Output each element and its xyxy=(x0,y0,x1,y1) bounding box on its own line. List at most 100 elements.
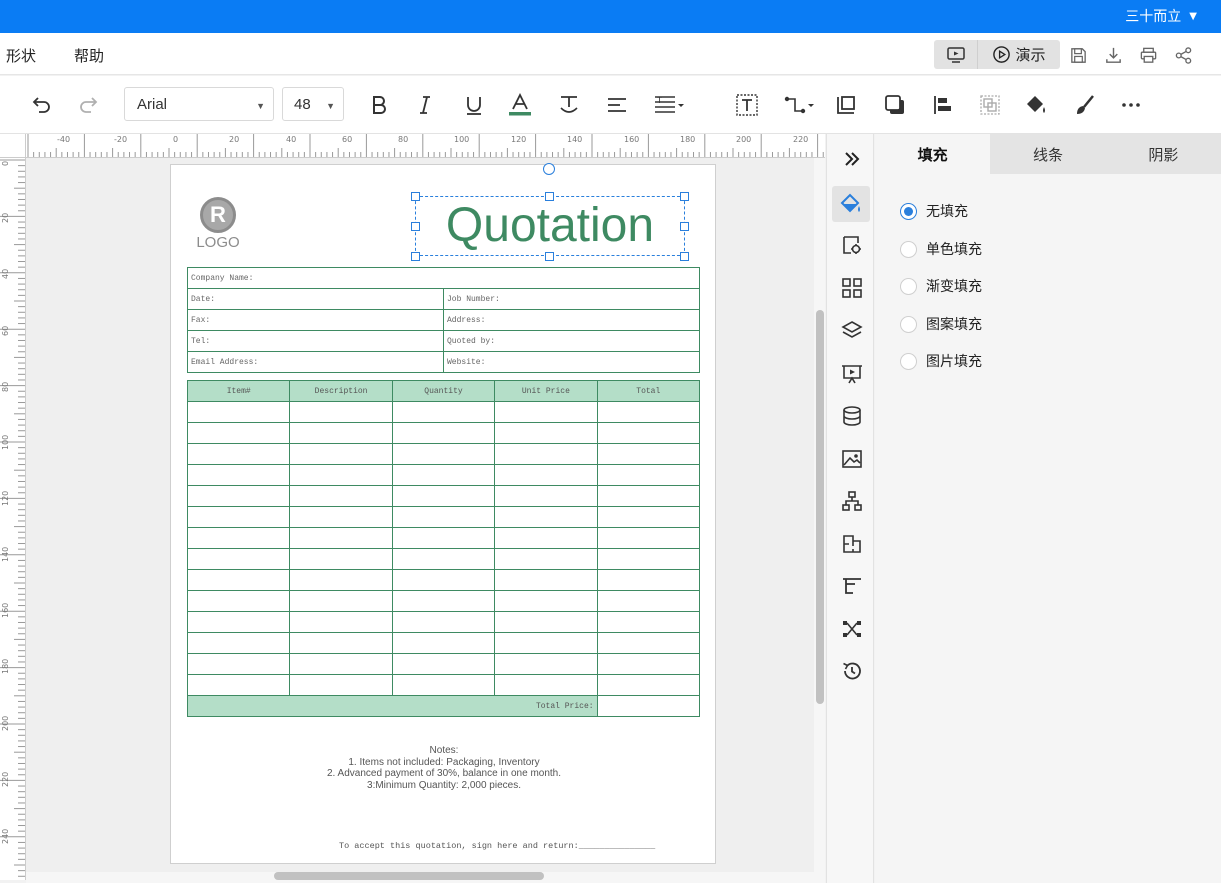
download-button[interactable] xyxy=(1102,44,1124,66)
line-spacing-button[interactable]: T xyxy=(652,92,688,118)
table-cell[interactable] xyxy=(186,443,291,465)
table-cell[interactable] xyxy=(391,653,496,675)
table-cell[interactable] xyxy=(494,653,598,675)
fill-button[interactable] xyxy=(1023,92,1049,118)
symbols-button[interactable] xyxy=(839,275,865,301)
align-button[interactable] xyxy=(604,92,630,118)
radio-button[interactable] xyxy=(900,202,917,220)
table-cell[interactable] xyxy=(596,443,701,465)
radio-solid-fill[interactable]: 单色填充 xyxy=(900,239,982,259)
table-cell[interactable] xyxy=(391,590,496,612)
table-cell[interactable] xyxy=(596,632,701,654)
tab-shadow[interactable]: 阴影 xyxy=(1105,134,1221,174)
presentation-button[interactable] xyxy=(839,361,865,387)
signature-line[interactable]: To accept this quotation, sign here and … xyxy=(339,841,655,851)
resize-handle[interactable] xyxy=(680,192,689,201)
table-cell[interactable] xyxy=(391,527,496,549)
radio-image-fill[interactable]: 图片填充 xyxy=(900,351,982,371)
table-cell[interactable] xyxy=(494,611,598,633)
underline-button[interactable] xyxy=(461,92,487,118)
radio-button[interactable] xyxy=(900,352,917,370)
arrange-button[interactable] xyxy=(930,92,956,118)
table-cell[interactable] xyxy=(596,527,701,549)
tel-cell[interactable]: Tel: xyxy=(187,330,444,352)
table-cell[interactable] xyxy=(289,422,393,444)
table-cell[interactable] xyxy=(596,611,701,633)
table-cell[interactable] xyxy=(289,443,393,465)
table-cell[interactable] xyxy=(186,401,291,423)
table-cell[interactable] xyxy=(494,464,598,486)
column-header[interactable]: Quantity xyxy=(391,380,496,402)
total-price-label[interactable]: Total Price: xyxy=(187,695,598,717)
data-button[interactable] xyxy=(839,403,865,429)
table-cell[interactable] xyxy=(391,674,496,696)
resize-handle[interactable] xyxy=(680,252,689,261)
table-cell[interactable] xyxy=(391,422,496,444)
radio-pattern-fill[interactable]: 图案填充 xyxy=(900,314,982,334)
undo-button[interactable] xyxy=(28,92,54,118)
table-cell[interactable] xyxy=(596,653,701,675)
table-cell[interactable] xyxy=(289,611,393,633)
table-cell[interactable] xyxy=(596,548,701,570)
text-style-button[interactable] xyxy=(556,92,582,118)
user-menu[interactable]: 三十而立 ▼ xyxy=(1125,6,1197,26)
table-cell[interactable] xyxy=(289,401,393,423)
border-button[interactable] xyxy=(833,92,859,118)
table-cell[interactable] xyxy=(186,422,291,444)
table-cell[interactable] xyxy=(186,632,291,654)
page-setup-button[interactable] xyxy=(839,232,865,258)
table-cell[interactable] xyxy=(186,569,291,591)
save-button[interactable] xyxy=(1067,44,1089,66)
table-cell[interactable] xyxy=(186,611,291,633)
table-cell[interactable] xyxy=(494,548,598,570)
radio-button[interactable] xyxy=(900,277,917,295)
total-price-value[interactable] xyxy=(596,695,701,717)
collapse-panel-button[interactable] xyxy=(839,146,865,172)
column-header[interactable]: Item# xyxy=(186,380,291,402)
table-cell[interactable] xyxy=(186,653,291,675)
group-button[interactable] xyxy=(977,92,1003,118)
timeline-button[interactable] xyxy=(839,573,865,599)
radio-button[interactable] xyxy=(900,240,917,258)
table-cell[interactable] xyxy=(596,422,701,444)
table-cell[interactable] xyxy=(391,548,496,570)
address-cell[interactable]: Address: xyxy=(443,309,700,331)
table-cell[interactable] xyxy=(494,401,598,423)
mind-map-button[interactable] xyxy=(839,616,865,642)
table-cell[interactable] xyxy=(391,569,496,591)
fax-cell[interactable]: Fax: xyxy=(187,309,444,331)
format-painter-button[interactable] xyxy=(1072,92,1098,118)
table-cell[interactable] xyxy=(186,527,291,549)
table-cell[interactable] xyxy=(289,527,393,549)
table-cell[interactable] xyxy=(391,401,496,423)
table-cell[interactable] xyxy=(596,401,701,423)
table-cell[interactable] xyxy=(186,674,291,696)
more-button[interactable] xyxy=(1118,92,1144,118)
horizontal-scroll-thumb[interactable] xyxy=(274,872,544,880)
table-cell[interactable] xyxy=(494,422,598,444)
table-cell[interactable] xyxy=(289,590,393,612)
column-header[interactable]: Total xyxy=(596,380,701,402)
font-family-select[interactable]: Arial ▼ xyxy=(124,87,274,121)
resize-handle[interactable] xyxy=(411,252,420,261)
company-name-cell[interactable]: Company Name: xyxy=(187,267,700,289)
bold-button[interactable] xyxy=(366,92,392,118)
table-cell[interactable] xyxy=(391,506,496,528)
vertical-scroll-thumb[interactable] xyxy=(816,310,824,704)
table-cell[interactable] xyxy=(596,506,701,528)
shadow-button[interactable] xyxy=(882,92,908,118)
table-cell[interactable] xyxy=(494,485,598,507)
table-cell[interactable] xyxy=(494,443,598,465)
table-cell[interactable] xyxy=(596,590,701,612)
date-cell[interactable]: Date: xyxy=(187,288,444,310)
job-number-cell[interactable]: Job Number: xyxy=(443,288,700,310)
notes-block[interactable]: Notes: 1. Items not included: Packaging,… xyxy=(171,745,717,791)
present-button[interactable]: 演示 xyxy=(978,40,1060,69)
table-cell[interactable] xyxy=(289,569,393,591)
menu-shape[interactable]: 形状 xyxy=(6,45,36,66)
table-cell[interactable] xyxy=(494,632,598,654)
title-textbox-selected[interactable]: Quotation xyxy=(415,196,685,256)
font-size-select[interactable]: 48 ▼ xyxy=(282,87,344,121)
table-cell[interactable] xyxy=(494,569,598,591)
table-cell[interactable] xyxy=(186,506,291,528)
